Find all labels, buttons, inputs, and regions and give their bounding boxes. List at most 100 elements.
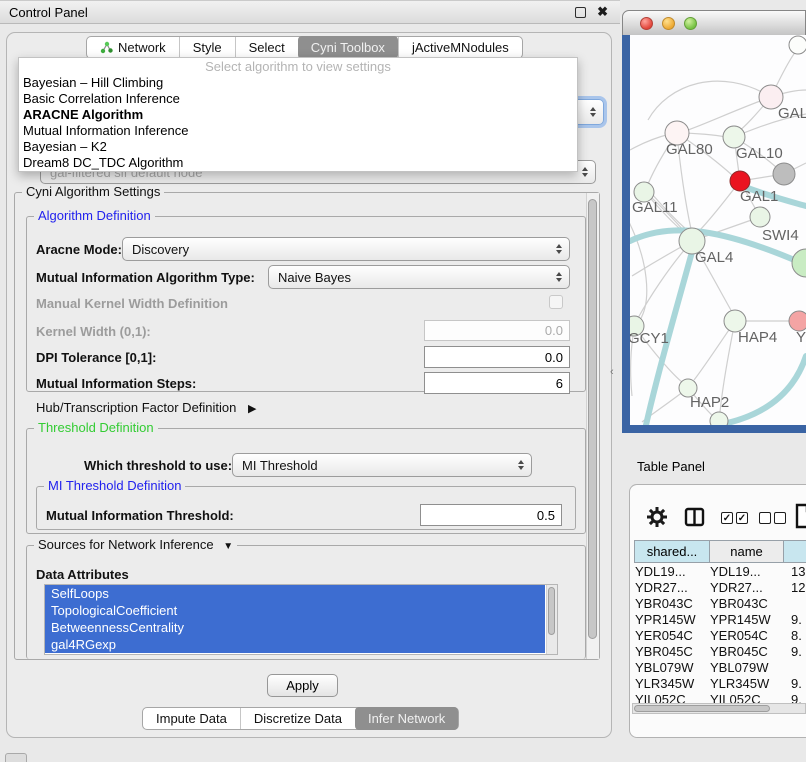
tab-network[interactable]: Network [87,37,179,58]
table-row[interactable]: YBR043C YBR043C [630,596,806,612]
node[interactable] [789,36,806,54]
data-attributes-label: Data Attributes [36,567,129,582]
settings-scrollbar-thumb[interactable] [588,199,597,639]
tab-cyni-toolbox[interactable]: Cyni Toolbox [298,36,398,59]
table-horizontal-scrollbar-thumb[interactable] [634,705,770,712]
table-row[interactable]: YLR345W YLR345W 9. [630,676,806,692]
checked-checkbox-icon: ✓ [721,512,733,524]
node-salmon[interactable] [789,311,806,331]
tab-style[interactable]: Style [179,37,235,58]
node-swi4[interactable] [750,207,770,227]
table-row[interactable]: YDL19... YDL19... 13 [630,564,806,580]
node-label: SWI4 [762,227,799,244]
node-green-partial[interactable] [792,249,806,277]
cell: YIL052C [710,692,785,703]
tab-jactivemnodules[interactable]: jActiveMNodules [398,37,522,58]
node-label: HAP2 [690,394,729,411]
network-canvas[interactable]: GAL GAL80 GAL10 GAL1 GAL11 SWI4 GAL4 GCY… [630,35,806,425]
node-label: HAP4 [738,329,777,346]
manual-kernel-checkbox[interactable] [549,295,563,309]
combo-spinner-icon [556,272,562,282]
which-threshold-value: MI Threshold [242,458,318,473]
zoom-traffic-light-icon[interactable] [684,17,697,30]
cell: 9. [785,644,806,660]
deselect-all-button[interactable] [759,512,786,524]
float-window-icon[interactable] [575,7,586,18]
attributes-scrollbar-thumb[interactable] [548,587,555,635]
algorithm-option[interactable]: Bayesian – K2 [19,139,577,155]
hub-definition-section[interactable]: Hub/Transcription Factor Definition ▶ [36,400,256,417]
expand-arrow-icon[interactable]: ▶ [248,403,256,415]
settings-scrollbar[interactable] [586,193,599,659]
node-partial-bottom[interactable] [710,412,728,425]
table-settings-button[interactable] [646,506,668,531]
node-label: GAL1 [740,188,778,205]
attributes-scrollbar[interactable] [546,585,557,654]
tab-discretize-data[interactable]: Discretize Data [240,708,355,729]
network-node-labels: GAL GAL80 GAL10 GAL1 GAL11 SWI4 GAL4 GCY… [630,105,806,411]
aracne-mode-value: Discovery [132,242,189,257]
cell: YBR043C [710,596,785,612]
table-row[interactable]: YER054C YER054C 8. [630,628,806,644]
tab-select[interactable]: Select [235,37,298,58]
sources-group-header[interactable]: Sources for Network Inference ▼ [34,538,237,554]
table-panel-title: Table Panel [637,459,705,474]
cell: YBL079W [710,660,785,676]
list-item[interactable]: BetweennessCentrality [45,619,545,636]
threshold-definition-title: Threshold Definition [34,421,158,435]
list-item[interactable]: TopologicalCoefficient [45,602,545,619]
cell: 8. [785,628,806,644]
cell: YBL079W [630,660,710,676]
node-label: Y [796,329,806,346]
aracne-mode-combobox[interactable]: Discovery [122,237,570,261]
select-all-button[interactable]: ✓ ✓ [721,512,748,524]
column-header-partial[interactable] [783,540,806,563]
table-row[interactable]: YPR145W YPR145W 9. [630,612,806,628]
cell: YBR045C [710,644,785,660]
bottom-tabbar: Impute Data Discretize Data Infer Networ… [142,707,459,730]
list-item[interactable]: SelfLoops [45,585,545,602]
table-row[interactable]: YIL052C YIL052C 9. [630,692,806,703]
table-row[interactable]: YDR27... YDR27... 12 [630,580,806,596]
algorithm-option[interactable]: Bayesian – Hill Climbing [19,75,577,91]
column-header-label: name [730,544,763,559]
table-row[interactable]: YBL079W YBL079W [630,660,806,676]
cell: YLR345W [630,676,710,692]
column-visibility-button[interactable] [684,507,705,530]
tab-infer-network[interactable]: Infer Network [355,707,458,730]
collapse-arrow-icon[interactable]: ▼ [223,541,233,552]
dpi-tolerance-field[interactable]: 0.0 [424,346,570,368]
network-window-titlebar[interactable] [622,10,806,36]
cell: 9. [785,676,806,692]
algorithm-option-selected[interactable]: ARACNE Algorithm [19,107,577,123]
panel-collapse-handle[interactable]: ‹ [610,366,614,378]
list-item[interactable]: gal4RGexp [45,636,545,653]
column-header-shared-name[interactable]: shared... [634,540,710,563]
sources-group-title: Sources for Network Inference [38,537,214,552]
kernel-width-field[interactable]: 0.0 [424,320,570,341]
apply-button-label: Apply [286,678,319,693]
table-row[interactable]: YBR045C YBR045C 9. [630,644,806,660]
mi-threshold-label: Mutual Information Threshold: [46,508,234,523]
table-horizontal-scrollbar[interactable] [632,703,806,714]
tab-discretize-data-label: Discretize Data [254,711,342,726]
close-icon[interactable]: ✖ [597,4,608,20]
close-traffic-light-icon[interactable] [640,17,653,30]
algorithm-option[interactable]: Basic Correlation Inference [19,91,577,107]
node-gray[interactable] [773,163,795,185]
mi-type-combobox[interactable]: Naive Bayes [268,265,570,289]
partial-toolbar-button[interactable] [5,753,27,762]
mi-steps-field[interactable]: 6 [424,372,570,394]
column-header-name[interactable]: name [709,540,784,563]
apply-button[interactable]: Apply [267,674,338,697]
which-threshold-combobox[interactable]: MI Threshold [232,453,532,477]
minimize-traffic-light-icon[interactable] [662,17,675,30]
algorithm-option[interactable]: Dream8 DC_TDC Algorithm [19,155,577,171]
algorithm-option[interactable]: Mutual Information Inference [19,123,577,139]
tab-impute-data[interactable]: Impute Data [143,708,240,729]
kernel-width-value: 0.0 [545,323,563,338]
manual-kernel-label: Manual Kernel Width Definition [36,296,228,311]
export-table-button[interactable] [795,503,806,532]
mi-threshold-field[interactable]: 0.5 [420,504,562,526]
algorithm-dropdown: Select algorithm to view settings Bayesi… [18,57,578,172]
